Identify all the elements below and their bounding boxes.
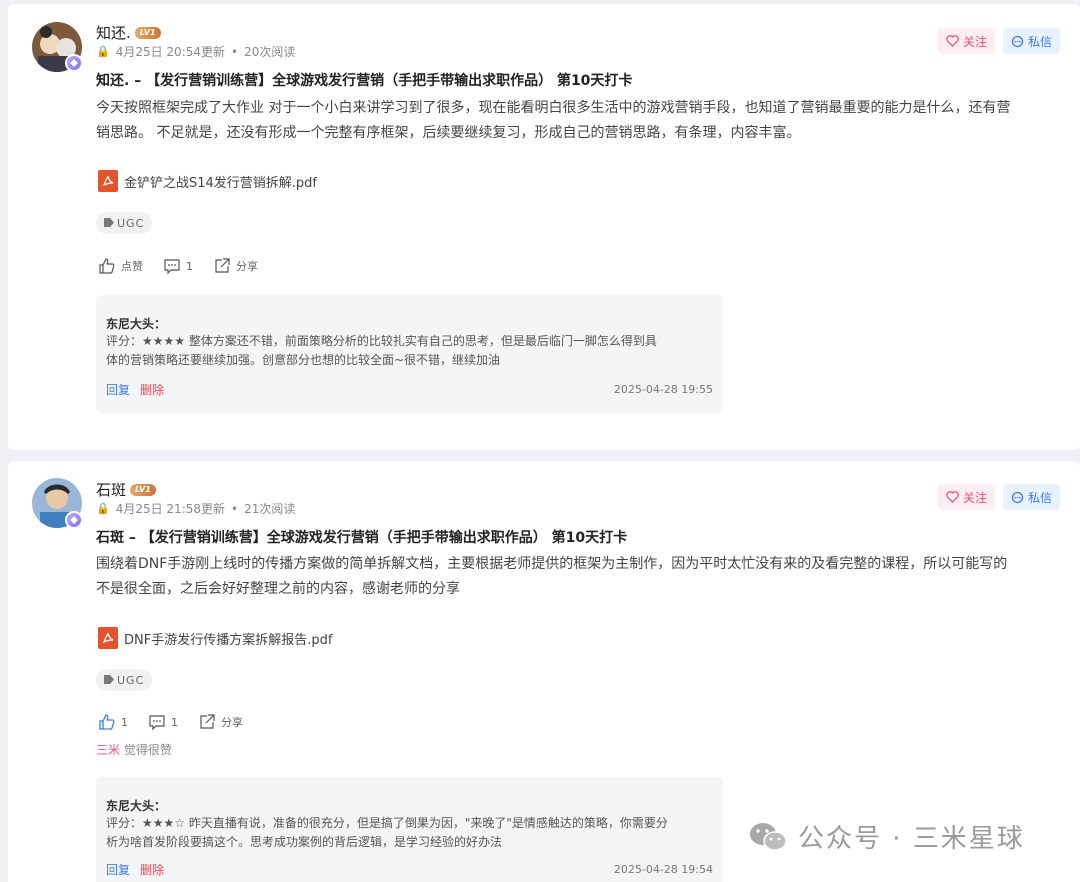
comment-icon — [164, 259, 180, 275]
update-time: 4月25日 20:54更新 — [115, 45, 226, 59]
heart-icon — [946, 491, 959, 503]
liked-by-user[interactable]: 三米 — [96, 743, 120, 757]
message-button[interactable]: 私信 — [1003, 484, 1061, 510]
reply-button[interactable]: 回复 — [106, 861, 130, 878]
read-count: 21次阅读 — [244, 502, 296, 516]
comment-actions: 回复 删除 — [106, 861, 164, 878]
post-meta: 🔒 4月25日 21:58更新 • 21次阅读 — [96, 501, 296, 517]
comment-box: 东尼大头： 评分：★★★★ 整体方案还不错，前面策略分析的比较扎实有自己的思考，… — [96, 295, 723, 413]
reply-button[interactable]: 回复 — [106, 381, 130, 398]
tag-chip[interactable]: UGC — [96, 212, 153, 234]
tag-icon — [104, 217, 114, 230]
lock-icon: 🔒 — [96, 45, 110, 58]
thumbs-up-icon — [99, 714, 115, 730]
watermark: 公众号 · 三米星球 — [748, 818, 1025, 855]
post-title[interactable]: 知还. – 【发行营销训练营】全球游戏发行营销（手把手带输出求职作品） 第10天… — [96, 70, 632, 90]
pdf-icon — [98, 170, 118, 192]
username[interactable]: 石斑 — [96, 479, 126, 500]
post-title[interactable]: 石斑 – 【发行营销训练营】全球游戏发行营销（手把手带输出求职作品） 第10天打… — [96, 527, 627, 547]
verified-badge-icon — [65, 511, 83, 529]
username[interactable]: 知还. — [96, 22, 131, 43]
comment-text: 评分：★★★☆ 昨天直播有说，准备的很充分，但是搞了倒果为因，"来晚了"是情感触… — [106, 816, 668, 849]
level-badge: LV1 — [130, 483, 156, 496]
verified-badge-icon — [65, 54, 83, 72]
update-time: 4月25日 21:58更新 — [115, 502, 226, 516]
file-attachment[interactable]: DNF手游发行传播方案拆解报告.pdf — [98, 627, 332, 649]
share-button[interactable]: 分享 — [213, 257, 258, 275]
delete-button[interactable]: 删除 — [140, 381, 164, 398]
liked-by: 三米 觉得很赞 — [96, 743, 172, 757]
comment-button[interactable]: 1 — [148, 713, 178, 731]
post-meta: 🔒 4月25日 20:54更新 • 20次阅读 — [96, 44, 296, 60]
chat-icon — [1011, 35, 1024, 47]
comment-text: 评分：★★★★ 整体方案还不错，前面策略分析的比较扎实有自己的思考，但是最后临门… — [106, 334, 657, 367]
post-actions: 1 1 分享 — [98, 713, 243, 731]
pdf-icon — [98, 627, 118, 649]
share-icon — [200, 714, 215, 729]
comment-time: 2025-04-28 19:54 — [613, 863, 713, 876]
follow-button[interactable]: 关注 — [938, 484, 996, 510]
wechat-icon — [750, 822, 787, 851]
file-name: 金铲铲之战S14发行营销拆解.pdf — [124, 175, 318, 191]
comment-button[interactable]: 1 — [163, 257, 193, 275]
post-actions: 点赞 1 分享 — [98, 257, 258, 275]
like-button[interactable]: 点赞 — [98, 257, 143, 275]
comment-icon — [149, 715, 165, 731]
comment-author[interactable]: 东尼大头： — [106, 315, 166, 332]
thumbs-up-icon — [99, 258, 115, 274]
comment-author[interactable]: 东尼大头： — [106, 797, 166, 814]
like-button[interactable]: 1 — [98, 713, 128, 731]
level-badge: LV1 — [134, 26, 161, 39]
post-body: 今天按照框架完成了大作业 对于一个小白来讲学习到了很多，现在能看明白很多生活中的… — [96, 100, 1011, 141]
share-button[interactable]: 分享 — [198, 713, 243, 731]
share-icon — [215, 258, 230, 273]
chat-icon — [1011, 491, 1024, 503]
comment-box: 东尼大头： 评分：★★★☆ 昨天直播有说，准备的很充分，但是搞了倒果为因，"来晚… — [96, 777, 723, 882]
delete-button[interactable]: 删除 — [140, 861, 164, 878]
tag-chip[interactable]: UGC — [96, 669, 153, 691]
file-attachment[interactable]: 金铲铲之战S14发行营销拆解.pdf — [98, 170, 317, 192]
read-count: 20次阅读 — [244, 45, 296, 59]
post-body: 围绕着DNF手游刚上线时的传播方案做的简单拆解文档，主要根据老师提供的框架为主制… — [96, 556, 1008, 597]
comment-actions: 回复 删除 — [106, 381, 164, 398]
watermark-text: 公众号 · 三米星球 — [798, 824, 1025, 854]
follow-button[interactable]: 关注 — [938, 28, 996, 54]
message-button[interactable]: 私信 — [1003, 28, 1061, 54]
comment-time: 2025-04-28 19:55 — [613, 383, 713, 396]
lock-icon: 🔒 — [96, 502, 110, 515]
file-name: DNF手游发行传播方案拆解报告.pdf — [124, 632, 333, 648]
tag-icon — [104, 674, 114, 687]
post-card: 知还. LV1 🔒 4月25日 20:54更新 • 20次阅读 关注 私信 知还… — [8, 4, 1080, 450]
heart-icon — [946, 35, 959, 47]
